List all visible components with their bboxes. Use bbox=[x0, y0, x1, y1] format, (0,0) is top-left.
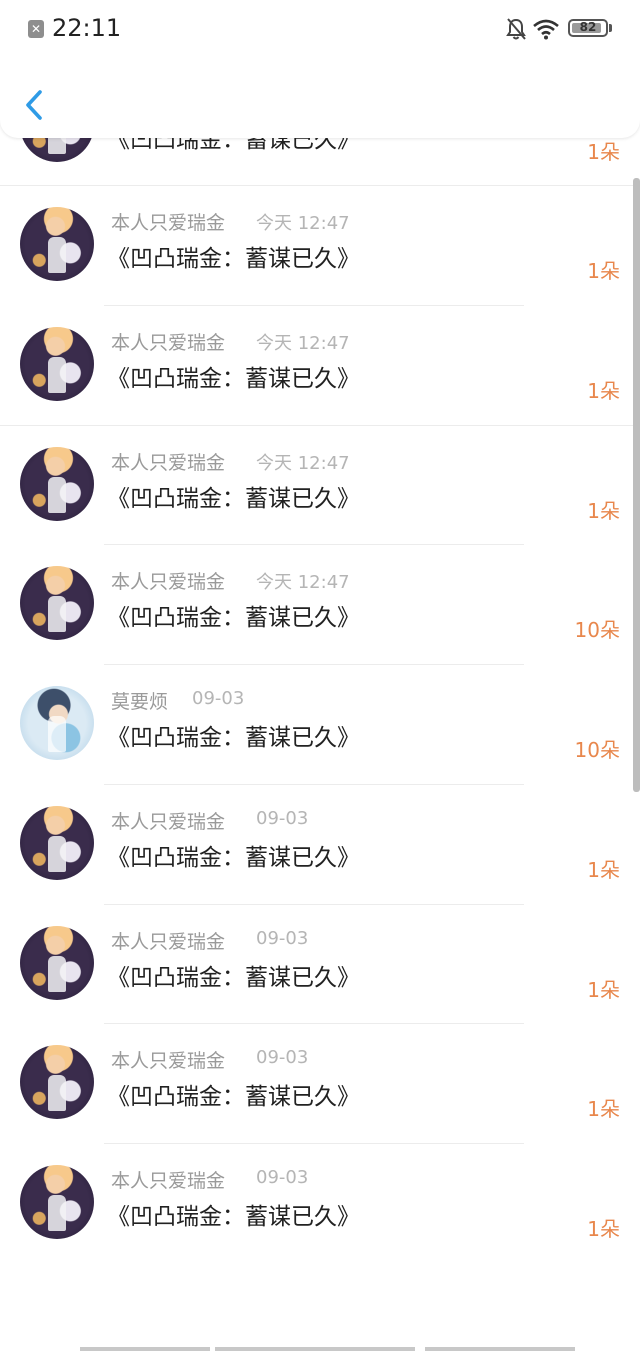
avatar[interactable] bbox=[20, 446, 94, 521]
battery-tip bbox=[609, 24, 612, 32]
timestamp: 今天 12:47 bbox=[256, 333, 350, 355]
bell-off-icon bbox=[506, 18, 526, 40]
gift-amount: 1朵 bbox=[587, 498, 620, 523]
work-title[interactable]: 《凹凸瑞金：蓄谋已久》 bbox=[107, 359, 360, 393]
avatar[interactable] bbox=[20, 327, 94, 402]
timestamp: 09-03 bbox=[256, 927, 309, 949]
back-button[interactable] bbox=[14, 80, 56, 130]
bottom-scroll-indicator bbox=[215, 1347, 415, 1351]
avatar-figure bbox=[48, 596, 66, 633]
bottom-scroll-indicator bbox=[425, 1347, 575, 1351]
gift-amount: 1朵 bbox=[587, 259, 620, 284]
header: ✕ 22:11 82 bbox=[0, 0, 640, 138]
status-bar: ✕ 22:11 82 bbox=[0, 0, 640, 60]
list-item[interactable]: 本人只爱瑞金 09-03 《凹凸瑞金：蓄谋已久》 1朵 bbox=[0, 783, 640, 904]
list-item[interactable]: 本人只爱瑞金 今天 12:47 《凹凸瑞金：蓄谋已久》 1朵 bbox=[0, 305, 640, 425]
avatar-figure bbox=[48, 955, 66, 992]
divider bbox=[104, 664, 524, 666]
work-title[interactable]: 《凹凸瑞金：蓄谋已久》 bbox=[107, 718, 360, 752]
divider bbox=[104, 544, 524, 546]
divider bbox=[0, 424, 640, 426]
divider bbox=[0, 185, 640, 187]
list-item[interactable]: 本人只爱瑞金 今天 12:47 《凹凸瑞金：蓄谋已久》 1朵 bbox=[0, 424, 640, 545]
battery-level: 82 bbox=[579, 20, 597, 34]
divider bbox=[104, 1023, 524, 1025]
list-item[interactable]: 本人只爱瑞金 09-03 《凹凸瑞金：蓄谋已久》 1朵 bbox=[0, 903, 640, 1024]
timestamp: 09-03 bbox=[256, 807, 309, 829]
timestamp: 09-03 bbox=[192, 688, 245, 710]
work-title[interactable]: 《凹凸瑞金：蓄谋已久》 bbox=[107, 598, 360, 632]
wifi-icon bbox=[533, 19, 559, 40]
timestamp: 09-03 bbox=[256, 1047, 309, 1069]
divider bbox=[104, 305, 524, 307]
avatar[interactable] bbox=[20, 925, 94, 1000]
notification-close-icon: ✕ bbox=[28, 20, 44, 38]
timestamp: 今天 12:47 bbox=[256, 213, 350, 235]
work-title[interactable]: 《凹凸瑞金：蓄谋已久》 bbox=[107, 239, 360, 273]
work-title[interactable]: 《凹凸瑞金：蓄谋已久》 bbox=[107, 958, 360, 992]
avatar[interactable] bbox=[20, 1045, 94, 1120]
avatar-figure bbox=[48, 1194, 66, 1231]
username[interactable]: 本人只爱瑞金 bbox=[111, 208, 225, 235]
avatar-figure bbox=[48, 357, 66, 394]
avatar-figure bbox=[48, 237, 66, 274]
divider bbox=[104, 903, 524, 905]
avatar-figure bbox=[48, 835, 66, 872]
timestamp: 今天 12:47 bbox=[256, 572, 350, 594]
list-item[interactable]: 莫要烦 09-03 《凹凸瑞金：蓄谋已久》 10朵 bbox=[0, 664, 640, 784]
work-title[interactable]: 《凹凸瑞金：蓄谋已久》 bbox=[107, 838, 360, 872]
chevron-left-icon bbox=[26, 90, 42, 120]
work-title[interactable]: 《凹凸瑞金：蓄谋已久》 bbox=[107, 479, 360, 513]
scrollbar[interactable] bbox=[633, 178, 640, 792]
username[interactable]: 本人只爱瑞金 bbox=[111, 1046, 225, 1073]
timestamp: 今天 12:47 bbox=[256, 452, 350, 474]
username[interactable]: 本人只爱瑞金 bbox=[111, 927, 225, 954]
list-item[interactable]: 本人只爱瑞金 今天 12:47 《凹凸瑞金：蓄谋已久》 1朵 bbox=[0, 185, 640, 305]
divider bbox=[104, 1142, 524, 1144]
gift-amount: 1朵 bbox=[587, 139, 620, 164]
bottom-scroll-indicator bbox=[80, 1347, 210, 1351]
gift-amount: 10朵 bbox=[574, 738, 620, 763]
gift-amount: 1朵 bbox=[587, 1216, 620, 1241]
username[interactable]: 本人只爱瑞金 bbox=[111, 328, 225, 355]
gift-amount: 10朵 bbox=[574, 618, 620, 643]
timestamp: 09-03 bbox=[256, 1166, 309, 1188]
status-time: 22:11 bbox=[52, 14, 122, 42]
gift-amount: 1朵 bbox=[587, 857, 620, 882]
divider bbox=[104, 783, 524, 785]
gift-amount: 1朵 bbox=[587, 977, 620, 1002]
avatar[interactable] bbox=[20, 1164, 94, 1239]
username[interactable]: 莫要烦 bbox=[111, 687, 168, 714]
username[interactable]: 本人只爱瑞金 bbox=[111, 567, 225, 594]
username[interactable]: 本人只爱瑞金 bbox=[111, 448, 225, 475]
gift-amount: 1朵 bbox=[587, 1097, 620, 1122]
work-title[interactable]: 《凹凸瑞金：蓄谋已久》 bbox=[107, 1197, 360, 1231]
username[interactable]: 本人只爱瑞金 bbox=[111, 807, 225, 834]
work-title[interactable]: 《凹凸瑞金：蓄谋已久》 bbox=[107, 1077, 360, 1111]
gift-list: 《凹凸瑞金：蓄谋已久》 1朵 本人只爱瑞金 今天 12:47 《凹凸瑞金：蓄谋已久》 1朵… bbox=[0, 0, 640, 1263]
list-item[interactable]: 本人只爱瑞金 今天 12:47 《凹凸瑞金：蓄谋已久》 10朵 bbox=[0, 544, 640, 664]
avatar-figure bbox=[48, 1075, 66, 1112]
avatar[interactable] bbox=[20, 566, 94, 641]
username[interactable]: 本人只爱瑞金 bbox=[111, 1166, 225, 1193]
avatar-figure bbox=[48, 716, 66, 753]
list-item[interactable]: 本人只爱瑞金 09-03 《凹凸瑞金：蓄谋已久》 1朵 bbox=[0, 1142, 640, 1263]
avatar[interactable] bbox=[20, 207, 94, 282]
gift-amount: 1朵 bbox=[587, 379, 620, 404]
avatar[interactable] bbox=[20, 686, 94, 761]
avatar[interactable] bbox=[20, 805, 94, 880]
avatar-figure bbox=[48, 476, 66, 513]
battery-icon: 82 bbox=[568, 19, 608, 37]
list-item[interactable]: 本人只爱瑞金 09-03 《凹凸瑞金：蓄谋已久》 1朵 bbox=[0, 1023, 640, 1143]
